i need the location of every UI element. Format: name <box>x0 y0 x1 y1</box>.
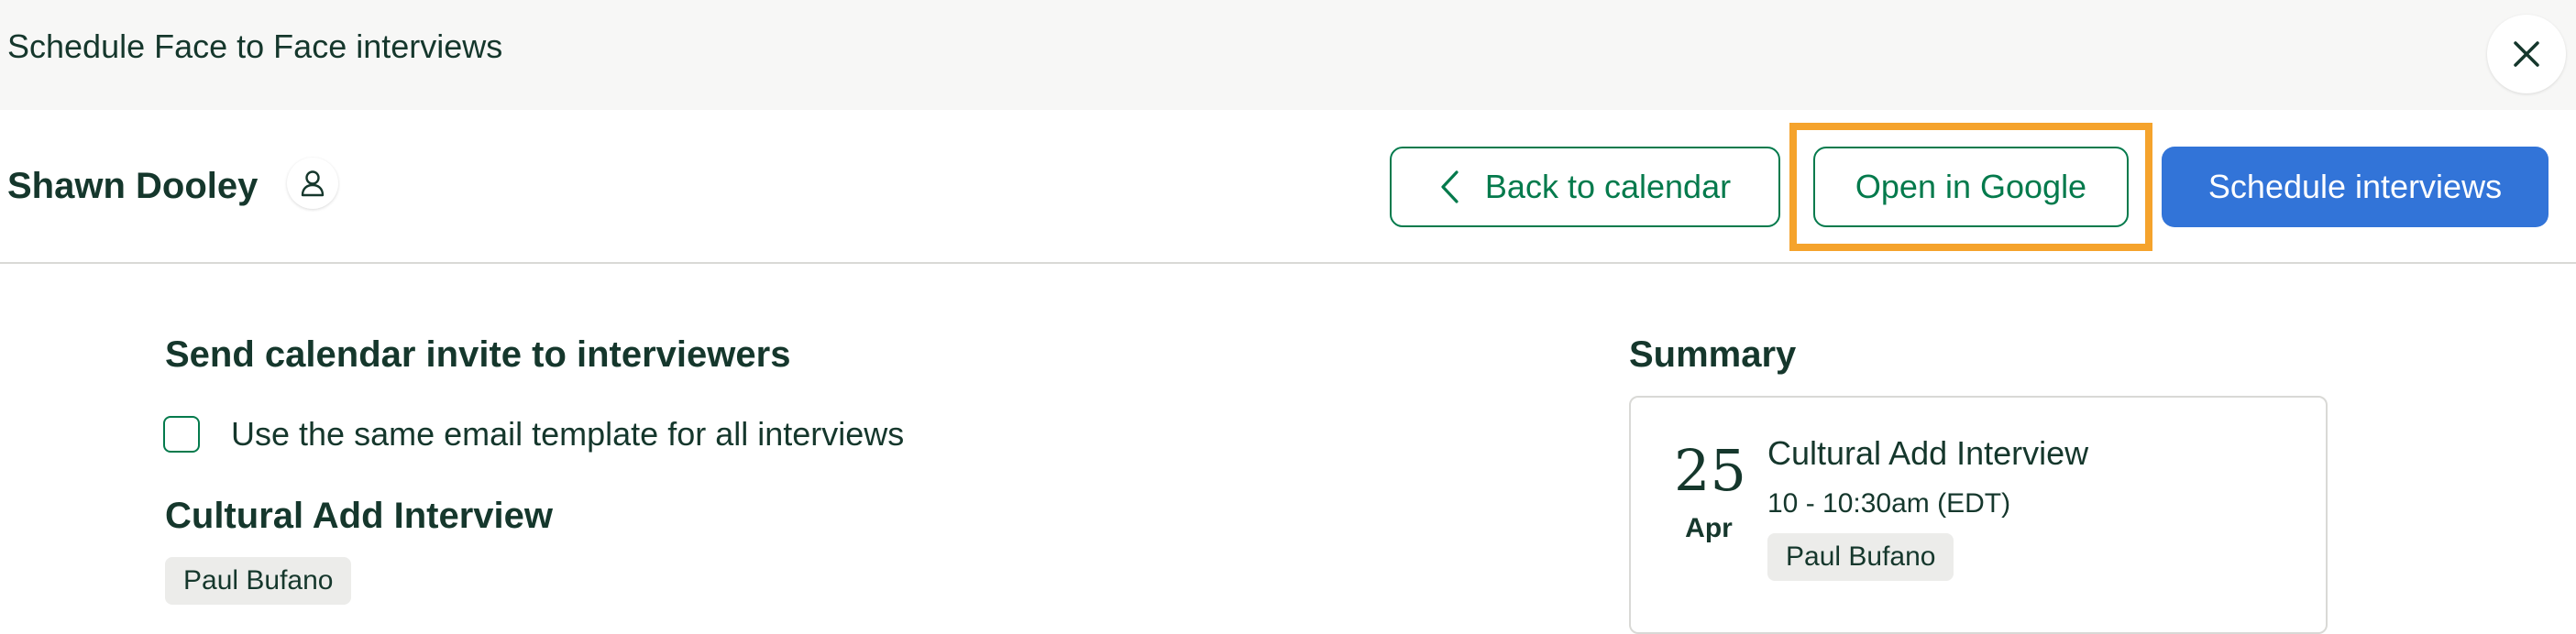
close-button[interactable] <box>2487 15 2566 93</box>
schedule-interviews-button[interactable]: Schedule interviews <box>2162 147 2548 227</box>
back-to-calendar-button[interactable]: Back to calendar <box>1390 147 1780 227</box>
summary-date-month: Apr <box>1685 513 1733 543</box>
interview-heading: Cultural Add Interview <box>165 496 554 536</box>
same-template-checkbox[interactable] <box>163 416 200 453</box>
candidate-header: Shawn Dooley Back to calendar Open in Go… <box>0 110 2576 264</box>
close-icon <box>2514 41 2539 67</box>
open-in-google-label: Open in Google <box>1855 168 2087 205</box>
summary-interview-time: 10 - 10:30am (EDT) <box>1767 488 2011 519</box>
interviewer-chip: Paul Bufano <box>165 557 352 605</box>
same-template-option[interactable]: Use the same email template for all inte… <box>163 415 904 454</box>
modal-topbar: Schedule Face to Face interviews <box>0 0 2576 110</box>
summary-heading: Summary <box>1629 334 1797 375</box>
person-icon <box>301 170 325 197</box>
summary-interviewer-chip: Paul Bufano <box>1767 533 1954 581</box>
same-template-label[interactable]: Use the same email template for all inte… <box>231 415 904 454</box>
send-invite-heading: Send calendar invite to interviewers <box>165 334 791 375</box>
summary-interview-name: Cultural Add Interview <box>1767 434 2089 472</box>
chevron-left-icon <box>1439 169 1459 204</box>
back-to-calendar-label: Back to calendar <box>1484 168 1732 205</box>
candidate-name: Shawn Dooley <box>7 166 259 206</box>
candidate-profile-button[interactable] <box>287 158 338 209</box>
modal-title: Schedule Face to Face interviews <box>7 27 503 65</box>
open-in-google-button[interactable]: Open in Google <box>1813 147 2129 227</box>
schedule-interviews-label: Schedule interviews <box>2207 168 2503 205</box>
summary-date-day: 25 <box>1674 437 1746 504</box>
